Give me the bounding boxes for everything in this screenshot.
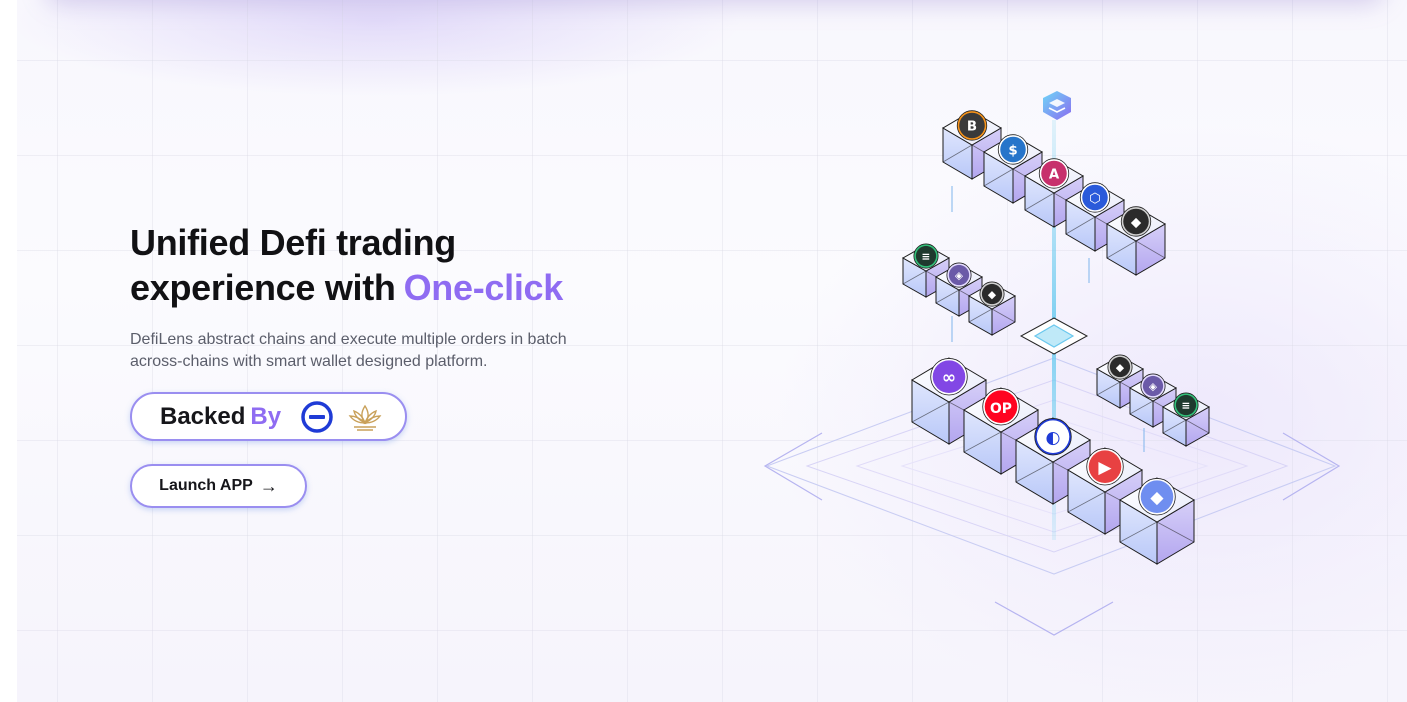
svg-text:B: B [967,119,977,134]
blue-bridge-token-icon: ◐ [1034,418,1072,456]
optimism-token-icon: OP [982,388,1020,426]
svg-text:◆: ◆ [1116,361,1125,374]
svg-text:≡: ≡ [922,250,931,263]
purple-token-icon: ◈ [946,262,972,288]
launch-app-button[interactable]: Launch APP → [130,464,307,508]
hero-title-line-1: Unified Defi trading [130,222,456,263]
svg-text:OP: OP [990,401,1012,417]
svg-text:⬡: ⬡ [1089,191,1101,206]
aave-token-icon: A [1038,158,1070,189]
svg-text:◈: ◈ [1149,380,1158,393]
chainlink-token-icon: ⬡ [1079,182,1111,213]
launch-app-label: Launch APP [159,477,253,494]
hero-title-line-2: experience with [130,267,396,308]
svg-text:▶: ▶ [1098,458,1112,478]
stack-layers-icon [1043,91,1071,120]
svg-text:◆: ◆ [1131,215,1142,230]
hero-description-line-2: across-chains with smart wallet designed… [130,353,488,370]
svg-text:A: A [1049,167,1060,182]
dark-token-icon: ◆ [1120,206,1152,237]
bitcoin-token-icon: B [956,110,988,141]
purple-token-icon: ◈ [1140,373,1166,399]
arrow-right-icon: → [259,475,278,496]
dark-token-icon: ◆ [1107,354,1133,380]
dark-token-icon: ◆ [979,281,1005,307]
ethereum-token-icon: ◆ [1138,478,1176,516]
green-token-icon: ≡ [1173,392,1199,418]
svg-text:◐: ◐ [1046,428,1061,448]
svg-text:◆: ◆ [988,288,997,301]
green-token-icon: ≡ [913,243,939,269]
polygon-token-icon: ∞ [930,358,968,396]
blue-circle-minus-logo-icon [301,400,333,433]
hero-description: DefiLens abstract chains and execute mul… [130,329,630,373]
svg-text:◆: ◆ [1150,488,1164,508]
backed-label: Backed [160,402,246,430]
gold-lotus-logo-icon [348,404,382,431]
svg-text:∞: ∞ [942,368,956,388]
hero-section: Unified Defi trading experience with One-… [17,0,1407,702]
backed-by-badge: Backed By [130,392,407,441]
svg-text:$: $ [1008,143,1017,158]
hero-title: Unified Defi trading experience with One-… [130,220,563,310]
red-play-token-icon: ▶ [1086,448,1124,486]
svg-text:◈: ◈ [955,269,964,282]
hero-title-accent: One-click [403,267,564,308]
usdc-token-icon: $ [997,134,1029,165]
hub-diamond [1019,317,1089,355]
backed-by-label: By [250,402,282,430]
isometric-blockchain-illustration: B $ A ⬡ ◆ ≡ ◈ ◆ ◆ ◈ ≡ ∞ OP ◐ ▶ ◆ [763,91,1341,636]
hero-description-line-1: DefiLens abstract chains and execute mul… [130,331,567,348]
svg-text:≡: ≡ [1182,399,1191,412]
